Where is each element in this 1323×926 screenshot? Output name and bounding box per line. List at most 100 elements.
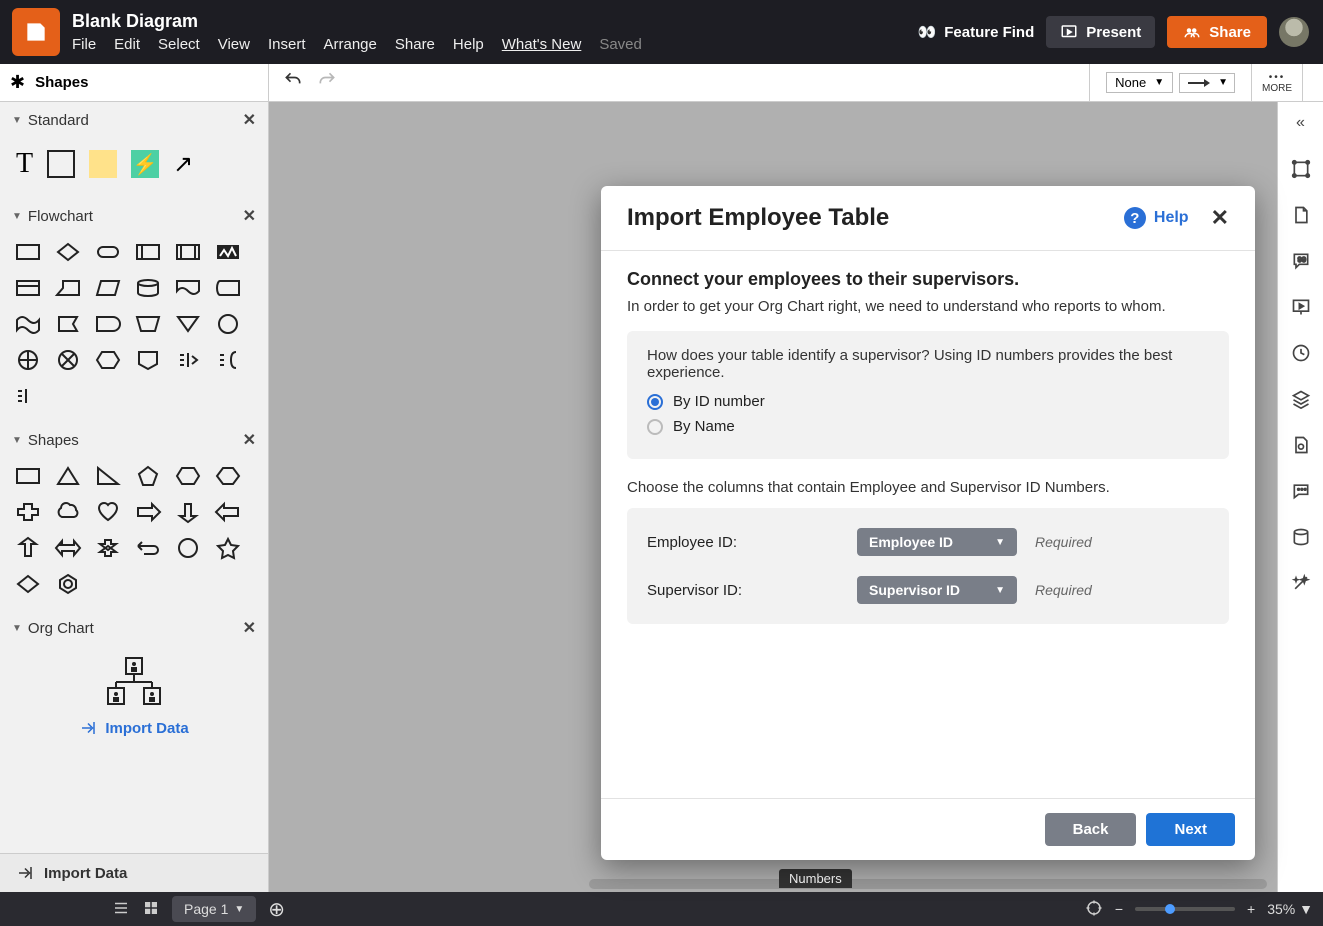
menu-view[interactable]: View (218, 36, 250, 53)
menu-help[interactable]: Help (453, 36, 484, 53)
line-end-dropdown[interactable]: ▼ (1179, 73, 1235, 93)
document-title[interactable]: Blank Diagram (72, 11, 642, 32)
back-button[interactable]: Back (1045, 813, 1137, 846)
shape-item[interactable] (54, 464, 82, 488)
chat-icon[interactable] (1290, 480, 1312, 502)
select-icon[interactable] (1290, 158, 1312, 180)
section-flowchart[interactable]: ▼ Flowchart ✕ (0, 198, 268, 234)
zoom-out-icon[interactable]: − (1115, 901, 1123, 917)
section-shapes[interactable]: ▼ Shapes ✕ (0, 422, 268, 458)
help-link[interactable]: ? Help (1124, 207, 1189, 229)
data-icon[interactable] (1290, 526, 1312, 548)
shape-item[interactable] (14, 536, 42, 560)
shape-item[interactable] (214, 312, 242, 336)
shape-item[interactable] (94, 464, 122, 488)
radio-by-id[interactable]: By ID number (647, 393, 1209, 410)
collapse-icon[interactable]: « (1290, 112, 1312, 134)
grid-view-icon[interactable] (142, 899, 160, 920)
comment-icon[interactable]: 99 (1290, 250, 1312, 272)
close-icon[interactable]: ✕ (243, 206, 256, 226)
shape-item[interactable] (174, 536, 202, 560)
arrow-shape[interactable]: ↗ (173, 150, 193, 179)
list-view-icon[interactable] (112, 899, 130, 920)
presentation-icon[interactable] (1290, 296, 1312, 318)
shape-item[interactable] (214, 536, 242, 560)
layers-icon[interactable] (1290, 388, 1312, 410)
shape-item[interactable] (54, 500, 82, 524)
menu-share[interactable]: Share (395, 36, 435, 53)
line-style-dropdown[interactable]: None ▼ (1106, 72, 1173, 93)
menu-insert[interactable]: Insert (268, 36, 306, 53)
close-icon[interactable]: ✕ (243, 430, 256, 450)
zoom-value[interactable]: 35% ▼ (1267, 901, 1313, 917)
shape-item[interactable] (94, 276, 122, 300)
user-avatar[interactable] (1279, 17, 1309, 47)
shape-item[interactable] (134, 240, 162, 264)
close-icon[interactable]: ✕ (243, 110, 256, 130)
horizontal-scrollbar[interactable] (589, 879, 1267, 889)
shape-item[interactable] (94, 312, 122, 336)
radio-by-name[interactable]: By Name (647, 418, 1209, 435)
shape-item[interactable] (54, 312, 82, 336)
menu-edit[interactable]: Edit (114, 36, 140, 53)
shape-item[interactable] (134, 464, 162, 488)
shape-item[interactable] (54, 536, 82, 560)
more-button[interactable]: ••• MORE (1262, 72, 1292, 94)
note-shape[interactable] (89, 150, 117, 178)
shape-item[interactable] (174, 348, 202, 372)
shape-item[interactable] (134, 500, 162, 524)
import-data-link[interactable]: Import Data (16, 711, 252, 745)
shape-item[interactable] (14, 500, 42, 524)
supervisor-id-dropdown[interactable]: Supervisor ID ▼ (857, 576, 1017, 604)
shape-item[interactable] (214, 500, 242, 524)
employee-id-dropdown[interactable]: Employee ID ▼ (857, 528, 1017, 556)
shape-item[interactable] (174, 240, 202, 264)
menu-file[interactable]: File (72, 36, 96, 53)
next-button[interactable]: Next (1146, 813, 1235, 846)
shape-item[interactable] (174, 500, 202, 524)
shape-item[interactable] (14, 312, 42, 336)
zoom-in-icon[interactable]: + (1247, 901, 1255, 917)
shape-item[interactable] (14, 240, 42, 264)
app-logo[interactable] (12, 8, 60, 56)
shape-item[interactable] (134, 348, 162, 372)
close-icon[interactable]: ✕ (1211, 205, 1229, 231)
redo-icon[interactable] (317, 70, 337, 95)
shape-item[interactable] (174, 276, 202, 300)
shape-item[interactable] (214, 464, 242, 488)
shape-item[interactable] (94, 348, 122, 372)
document-icon[interactable] (1290, 204, 1312, 226)
shape-item[interactable] (134, 536, 162, 560)
history-icon[interactable] (1290, 342, 1312, 364)
orgchart-shape[interactable] (104, 656, 164, 706)
shape-item[interactable] (14, 348, 42, 372)
import-data-button[interactable]: Import Data (0, 853, 268, 892)
shape-item[interactable] (214, 276, 242, 300)
shape-item[interactable] (54, 276, 82, 300)
shape-item[interactable] (94, 500, 122, 524)
shape-item[interactable] (174, 464, 202, 488)
shape-item[interactable] (54, 240, 82, 264)
shape-item[interactable] (214, 240, 242, 264)
section-orgchart[interactable]: ▼ Org Chart ✕ (0, 610, 268, 646)
close-icon[interactable]: ✕ (243, 618, 256, 638)
zoom-slider[interactable] (1135, 907, 1235, 911)
undo-icon[interactable] (283, 70, 303, 95)
canvas[interactable]: ↖ Numbers Import Employee Table ? Help ✕… (269, 102, 1277, 892)
shape-item[interactable] (174, 312, 202, 336)
shape-item[interactable] (14, 276, 42, 300)
shape-item[interactable] (14, 572, 42, 596)
menu-whats-new[interactable]: What's New (502, 36, 582, 53)
shape-item[interactable] (94, 240, 122, 264)
shape-item[interactable] (14, 384, 42, 408)
section-standard[interactable]: ▼ Standard ✕ (0, 102, 268, 138)
magic-icon[interactable] (1290, 572, 1312, 594)
text-shape[interactable]: T (16, 148, 33, 180)
rectangle-shape[interactable] (47, 150, 75, 178)
gear-icon[interactable]: ✱ (10, 72, 25, 93)
page-icon[interactable] (1290, 434, 1312, 456)
shape-item[interactable] (54, 348, 82, 372)
shape-item[interactable] (214, 348, 242, 372)
shape-item[interactable] (94, 536, 122, 560)
share-button[interactable]: Share (1167, 16, 1267, 48)
